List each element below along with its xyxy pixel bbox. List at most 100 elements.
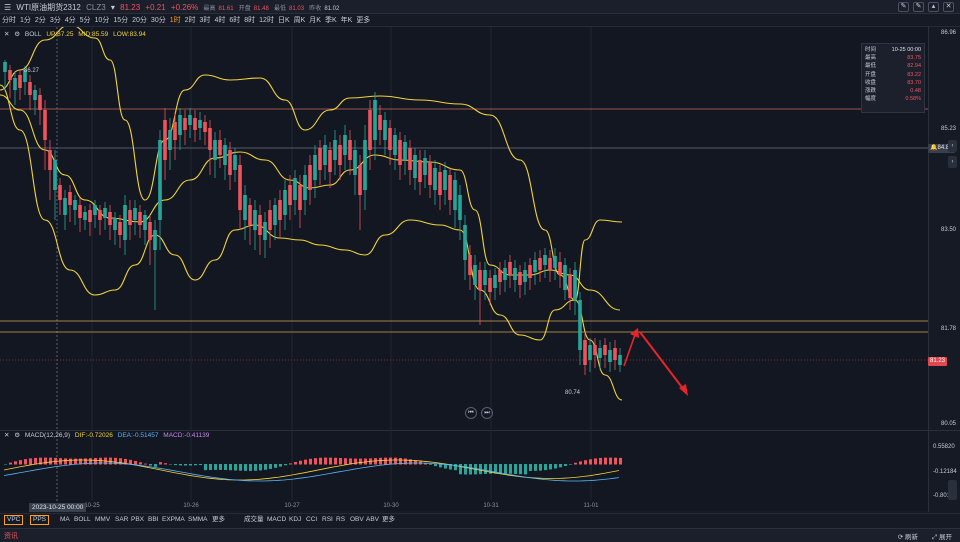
- candle-body: [288, 185, 292, 205]
- timeframe-9[interactable]: 30分: [149, 14, 168, 27]
- timeframe-8[interactable]: 20分: [130, 14, 149, 27]
- scroll-left-icon[interactable]: ⏮: [465, 407, 477, 419]
- candle-body: [423, 158, 427, 175]
- candle-body: [143, 215, 147, 230]
- timeframe-13[interactable]: 4时: [212, 14, 227, 27]
- timeframe-2[interactable]: 2分: [33, 14, 48, 27]
- collapse-icon[interactable]: ✕: [4, 31, 9, 38]
- macd-bar: [584, 460, 587, 465]
- chart-canvas[interactable]: 10-25 10-26 10-27 10-30 10-31 11-01 86.96 85.23…: [0, 0, 960, 542]
- indicator-2[interactable]: MA: [60, 514, 70, 525]
- candle-body: [238, 165, 242, 210]
- macd-bar: [499, 464, 502, 474]
- candle-body: [438, 172, 442, 195]
- candle-body: [208, 128, 212, 150]
- settings-icon[interactable]: ⚙: [14, 432, 20, 439]
- timeframe-7[interactable]: 15分: [111, 14, 130, 27]
- timeframe-bar: 分时 1分 2分 3分 4分 5分 10分 15分 20分 30分 1时 2时 3时 4时 6时 8时 12时日…: [0, 14, 960, 27]
- candle-body: [403, 142, 407, 160]
- macd-bar: [384, 457, 387, 465]
- macd-bar: [619, 457, 622, 465]
- timeframe-6[interactable]: 10分: [93, 14, 112, 27]
- candle-body: [108, 212, 112, 225]
- candle-body: [453, 180, 457, 210]
- indicator-17[interactable]: OBV: [350, 514, 364, 525]
- timeframe-14[interactable]: 6时: [227, 14, 242, 27]
- close-icon[interactable]: ✕: [943, 2, 954, 12]
- chevron-up-icon[interactable]: ▴: [928, 2, 939, 12]
- indicator-11[interactable]: 成交量: [244, 514, 264, 525]
- timeframe-21[interactable]: 年K: [339, 14, 355, 27]
- timeframe-12[interactable]: 3时: [198, 14, 213, 27]
- indicator-8[interactable]: EXPMA: [162, 514, 185, 525]
- indicator-14[interactable]: CCI: [306, 514, 317, 525]
- timeframe-0[interactable]: 分时: [0, 14, 18, 27]
- indicator-6[interactable]: PBX: [131, 514, 144, 525]
- candle-body: [498, 270, 502, 282]
- candle-body: [383, 120, 387, 140]
- macd-value: MACD:-0.41139: [163, 432, 210, 439]
- indicator-9[interactable]: SMMA: [188, 514, 208, 525]
- macd-bar: [454, 464, 457, 471]
- indicator-16[interactable]: RS: [336, 514, 345, 525]
- edge-buttons: ‹ ›: [948, 140, 957, 168]
- indicator-19[interactable]: 更多: [382, 514, 395, 525]
- timeframe-16[interactable]: 12时: [257, 14, 276, 27]
- collapse-right-icon[interactable]: ›: [948, 156, 957, 168]
- indicator-3[interactable]: BOLL: [74, 514, 91, 525]
- macd-name[interactable]: MACD(12,26,9): [25, 432, 70, 439]
- candle-body: [18, 75, 22, 88]
- symbol-name[interactable]: WTI原油期货2312: [16, 3, 80, 12]
- macd-bar: [299, 460, 302, 465]
- macd-bar: [304, 459, 307, 465]
- timeframe-11[interactable]: 2时: [183, 14, 198, 27]
- symbol-code[interactable]: CLZ3: [86, 3, 106, 12]
- chevron-down-icon[interactable]: ▾: [111, 3, 115, 12]
- indicator-13[interactable]: KDJ: [289, 514, 301, 525]
- refresh-button[interactable]: ⟳ 刷新: [898, 531, 918, 542]
- ohlc-label: 时间: [865, 47, 877, 53]
- timeframe-5[interactable]: 5分: [78, 14, 93, 27]
- timeframe-1[interactable]: 1分: [18, 14, 33, 27]
- news-tab[interactable]: 资讯: [4, 531, 18, 541]
- macd-bar: [219, 464, 222, 470]
- edit-icon[interactable]: ✎: [913, 2, 924, 12]
- indicator-10[interactable]: 更多: [212, 514, 225, 525]
- timeframe-10[interactable]: 1时: [168, 14, 183, 27]
- expand-button[interactable]: ⤢ 展开: [932, 531, 952, 542]
- timeframe-22[interactable]: 更多: [354, 14, 372, 27]
- macd-bar: [164, 463, 167, 465]
- collapse-left-icon[interactable]: ‹: [948, 140, 957, 152]
- date-tick-label: 10-25: [84, 503, 100, 509]
- timeframe-18[interactable]: 周K: [292, 14, 308, 27]
- indicator-7[interactable]: BBI: [148, 514, 158, 525]
- indicator-4[interactable]: MMV: [95, 514, 110, 525]
- timeframe-17[interactable]: 日K: [276, 14, 292, 27]
- timeframe-3[interactable]: 3分: [48, 14, 63, 27]
- candle-body: [473, 265, 477, 285]
- indicator-1[interactable]: PPS: [30, 515, 50, 525]
- timeframe-20[interactable]: 季K: [323, 14, 339, 27]
- edit-icon[interactable]: ✎: [898, 2, 909, 12]
- macd-bar: [344, 458, 347, 465]
- candle-body: [273, 205, 277, 225]
- ohlc-info-box: 时间 10-25 00:00 最高 83.75 最低 82.94 开盘 83.22 收盘 83.7…: [861, 43, 925, 113]
- indicator-0[interactable]: VPC: [4, 515, 24, 525]
- indicator-15[interactable]: RSI: [322, 514, 333, 525]
- macd-scroll-handle[interactable]: [948, 480, 957, 500]
- timeframe-19[interactable]: 月K: [307, 14, 323, 27]
- timeframe-15[interactable]: 8时: [242, 14, 257, 27]
- refresh-icon: ⟳: [897, 534, 905, 541]
- indicator-5[interactable]: SAR: [115, 514, 128, 525]
- scroll-right-icon[interactable]: ⏭: [481, 407, 493, 419]
- macd-bar: [49, 457, 52, 465]
- timeframe-4[interactable]: 4分: [63, 14, 78, 27]
- boll-name[interactable]: BOLL: [25, 31, 42, 38]
- macd-legend: ✕ ⚙ MACD(12,26,9) DIF:-0.72026 DEA:-0.51…: [4, 431, 212, 439]
- settings-icon[interactable]: ⚙: [14, 31, 20, 38]
- indicator-12[interactable]: MACD: [267, 514, 286, 525]
- collapse-icon[interactable]: ✕: [4, 432, 9, 439]
- indicator-18[interactable]: ABV: [366, 514, 379, 525]
- candle-body: [483, 270, 487, 285]
- menu-icon[interactable]: ☰: [4, 3, 11, 12]
